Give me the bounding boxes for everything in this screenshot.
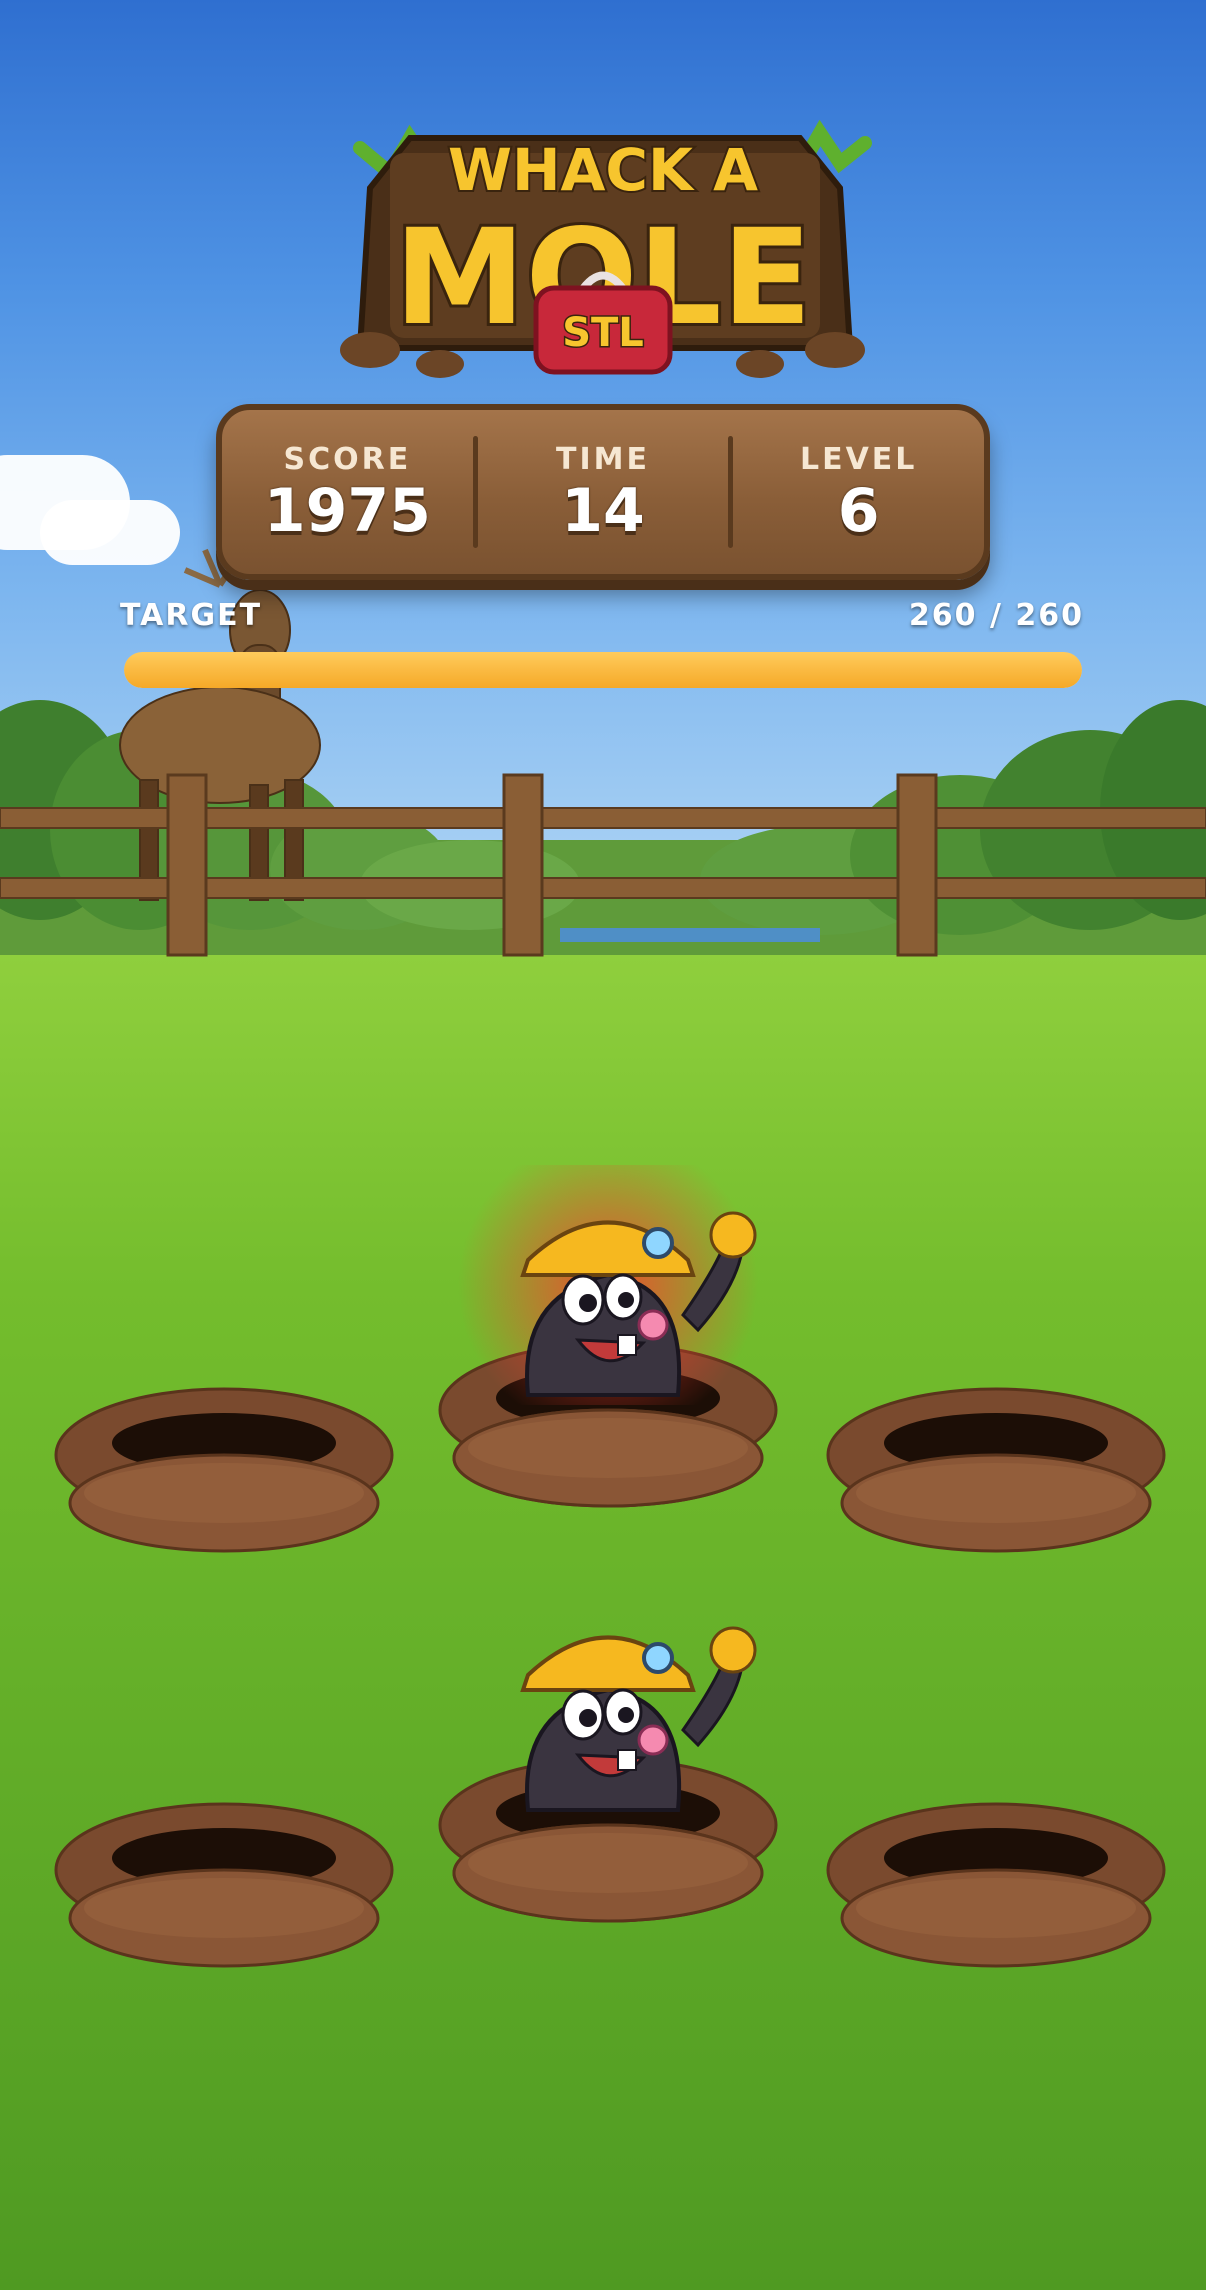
mole-hole[interactable] [438, 1165, 778, 1510]
target-label: TARGET [120, 598, 263, 633]
hole-graphic [826, 1802, 1166, 1968]
score-stat: SCORE 1975 [222, 442, 473, 543]
hole-graphic [54, 1387, 394, 1553]
hole-graphic [54, 1802, 394, 1968]
target-progress-fill [124, 652, 1082, 688]
mole-hole[interactable] [826, 1385, 1166, 1555]
hole-front-rim [452, 1408, 764, 1508]
time-stat: TIME 14 [478, 442, 729, 543]
score-label: SCORE [283, 441, 412, 477]
target-progress-bar [124, 652, 1082, 688]
time-value: 14 [561, 475, 645, 546]
hole-graphic [826, 1387, 1166, 1553]
scoreboard-panel: SCORE 1975 TIME 14 LEVEL 6 [216, 404, 990, 580]
level-label: LEVEL [799, 441, 918, 477]
hole-front-rim [452, 1823, 764, 1923]
time-label: TIME [556, 441, 650, 477]
target-count: 260 / 260 [908, 598, 1084, 633]
wooden-fence [0, 773, 1206, 957]
logo-badge: STL [562, 310, 644, 356]
mole-hole[interactable] [438, 1626, 778, 1925]
game-logo: WHACK A MOLE STL [340, 119, 872, 378]
logo-title-line1: WHACK A [448, 136, 758, 204]
mole-hole[interactable] [54, 1800, 394, 1970]
mole-hole[interactable] [54, 1385, 394, 1555]
level-value: 6 [837, 475, 880, 546]
game-scene: WHACK A MOLE STL SCORE 1975 TIME 14 LEVE… [0, 0, 1206, 2290]
mole-hole[interactable] [826, 1800, 1166, 1970]
score-value: 1975 [263, 475, 431, 546]
level-stat: LEVEL 6 [733, 442, 984, 543]
